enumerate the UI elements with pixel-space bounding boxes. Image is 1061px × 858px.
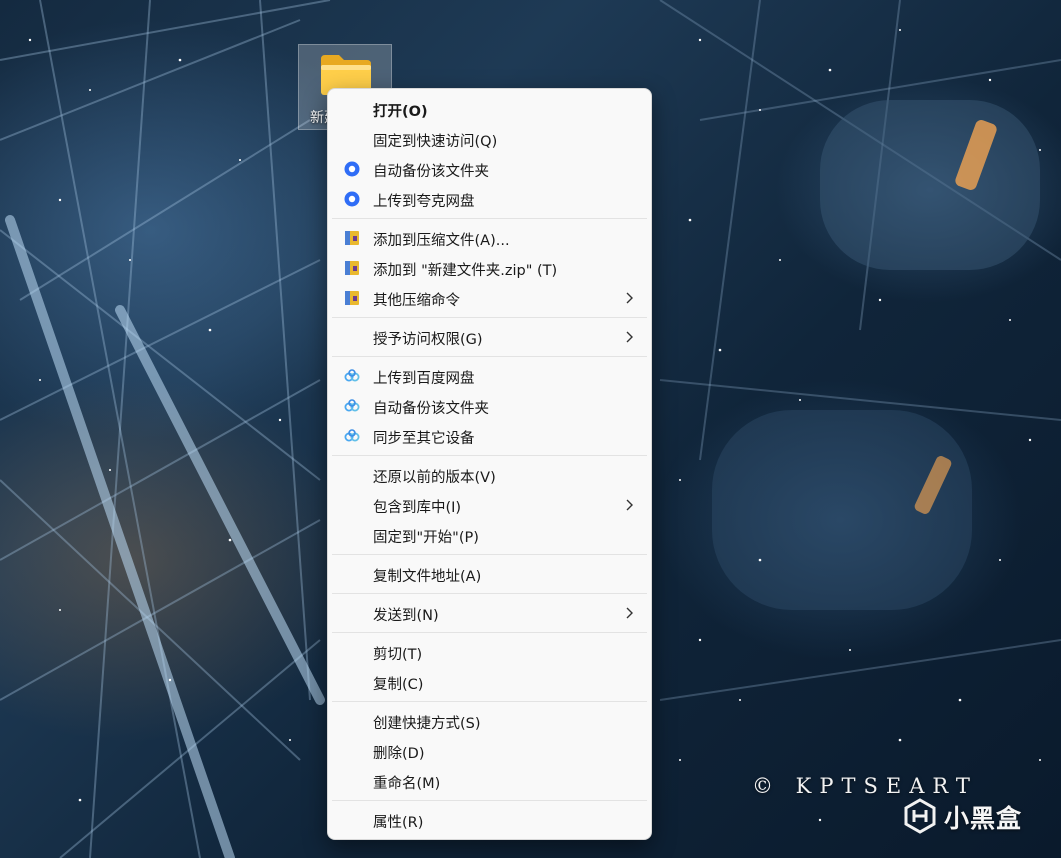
menu-item-create-shortcut[interactable]: 创建快捷方式(S)	[332, 706, 647, 736]
menu-item-cut[interactable]: 剪切(T)	[332, 637, 647, 667]
menu-item-label: 剪切(T)	[373, 647, 423, 663]
menu-item-quark-auto-backup[interactable]: 自动备份该文件夹	[332, 154, 647, 184]
xiaoheihe-logo-icon	[904, 798, 936, 834]
menu-item-label: 固定到"开始"(P)	[373, 530, 479, 546]
menu-item-sync-devices[interactable]: 同步至其它设备	[332, 421, 647, 451]
menu-item-rename[interactable]: 重命名(M)	[332, 766, 647, 796]
menu-item-add-to-zip[interactable]: 添加到 "新建文件夹.zip" (T)	[332, 253, 647, 283]
winrar-archive-icon	[345, 231, 359, 245]
menu-item-include-library[interactable]: 包含到库中(I)	[332, 490, 647, 520]
menu-item-label: 复制(C)	[373, 677, 424, 693]
menu-item-properties[interactable]: 属性(R)	[332, 805, 647, 835]
menu-item-upload-quark[interactable]: 上传到夸克网盘	[332, 184, 647, 214]
menu-separator	[332, 356, 647, 357]
baidu-cloud-icon	[344, 399, 360, 412]
menu-item-label: 同步至其它设备	[373, 431, 475, 447]
xiaoheihe-logo: 小黑盒	[902, 796, 1034, 838]
wallpaper-watermark: © KPTSEART	[752, 774, 978, 798]
baidu-cloud-icon	[344, 369, 360, 382]
menu-item-pin-quick-access[interactable]: 固定到快速访问(Q)	[332, 124, 647, 154]
baidu-cloud-icon	[344, 429, 360, 442]
menu-item-label: 还原以前的版本(V)	[373, 470, 496, 486]
quark-cloud-icon	[344, 161, 360, 177]
winrar-archive-icon	[345, 261, 359, 275]
menu-separator	[332, 218, 647, 219]
menu-item-label: 其他压缩命令	[373, 293, 460, 309]
menu-item-label: 删除(D)	[373, 746, 425, 762]
context-menu: 打开(O) 固定到快速访问(Q) 自动备份该文件夹 上传到夸克网盘 添加到压缩文…	[327, 88, 652, 840]
menu-item-send-to[interactable]: 发送到(N)	[332, 598, 647, 628]
menu-item-copy-path[interactable]: 复制文件地址(A)	[332, 559, 647, 589]
menu-item-upload-baidu[interactable]: 上传到百度网盘	[332, 361, 647, 391]
chevron-right-icon	[626, 331, 633, 343]
menu-separator	[332, 554, 647, 555]
menu-item-restore-versions[interactable]: 还原以前的版本(V)	[332, 460, 647, 490]
menu-separator	[332, 701, 647, 702]
menu-separator	[332, 800, 647, 801]
menu-item-label: 上传到夸克网盘	[373, 194, 475, 210]
menu-item-give-access[interactable]: 授予访问权限(G)	[332, 322, 647, 352]
menu-item-label: 创建快捷方式(S)	[373, 716, 481, 732]
quark-cloud-icon	[344, 191, 360, 207]
menu-item-copy[interactable]: 复制(C)	[332, 667, 647, 697]
menu-item-label: 固定到快速访问(Q)	[373, 134, 498, 150]
menu-item-label: 重命名(M)	[373, 776, 441, 792]
menu-separator	[332, 455, 647, 456]
menu-item-open[interactable]: 打开(O)	[332, 94, 647, 124]
brand-name: 小黑盒	[944, 804, 1023, 833]
chevron-right-icon	[626, 499, 633, 511]
menu-item-pin-start[interactable]: 固定到"开始"(P)	[332, 520, 647, 550]
menu-item-add-to-archive[interactable]: 添加到压缩文件(A)...	[332, 223, 647, 253]
menu-item-label: 属性(R)	[373, 815, 424, 831]
menu-item-label: 自动备份该文件夹	[373, 164, 489, 180]
menu-item-label: 授予访问权限(G)	[373, 332, 483, 348]
menu-item-label: 包含到库中(I)	[373, 500, 462, 516]
menu-item-label: 添加到压缩文件(A)...	[373, 233, 510, 249]
menu-separator	[332, 593, 647, 594]
menu-item-baidu-auto-backup[interactable]: 自动备份该文件夹	[332, 391, 647, 421]
menu-item-label: 打开(O)	[373, 104, 428, 120]
menu-item-other-compress[interactable]: 其他压缩命令	[332, 283, 647, 313]
menu-item-label: 自动备份该文件夹	[373, 401, 489, 417]
chevron-right-icon	[626, 292, 633, 304]
menu-item-label: 上传到百度网盘	[373, 371, 475, 387]
menu-item-label: 发送到(N)	[373, 608, 439, 624]
menu-separator	[332, 632, 647, 633]
menu-item-label: 复制文件地址(A)	[373, 569, 482, 585]
menu-item-delete[interactable]: 删除(D)	[332, 736, 647, 766]
chevron-right-icon	[626, 607, 633, 619]
menu-item-label: 添加到 "新建文件夹.zip" (T)	[373, 263, 558, 279]
winrar-archive-icon	[345, 291, 359, 305]
menu-separator	[332, 317, 647, 318]
